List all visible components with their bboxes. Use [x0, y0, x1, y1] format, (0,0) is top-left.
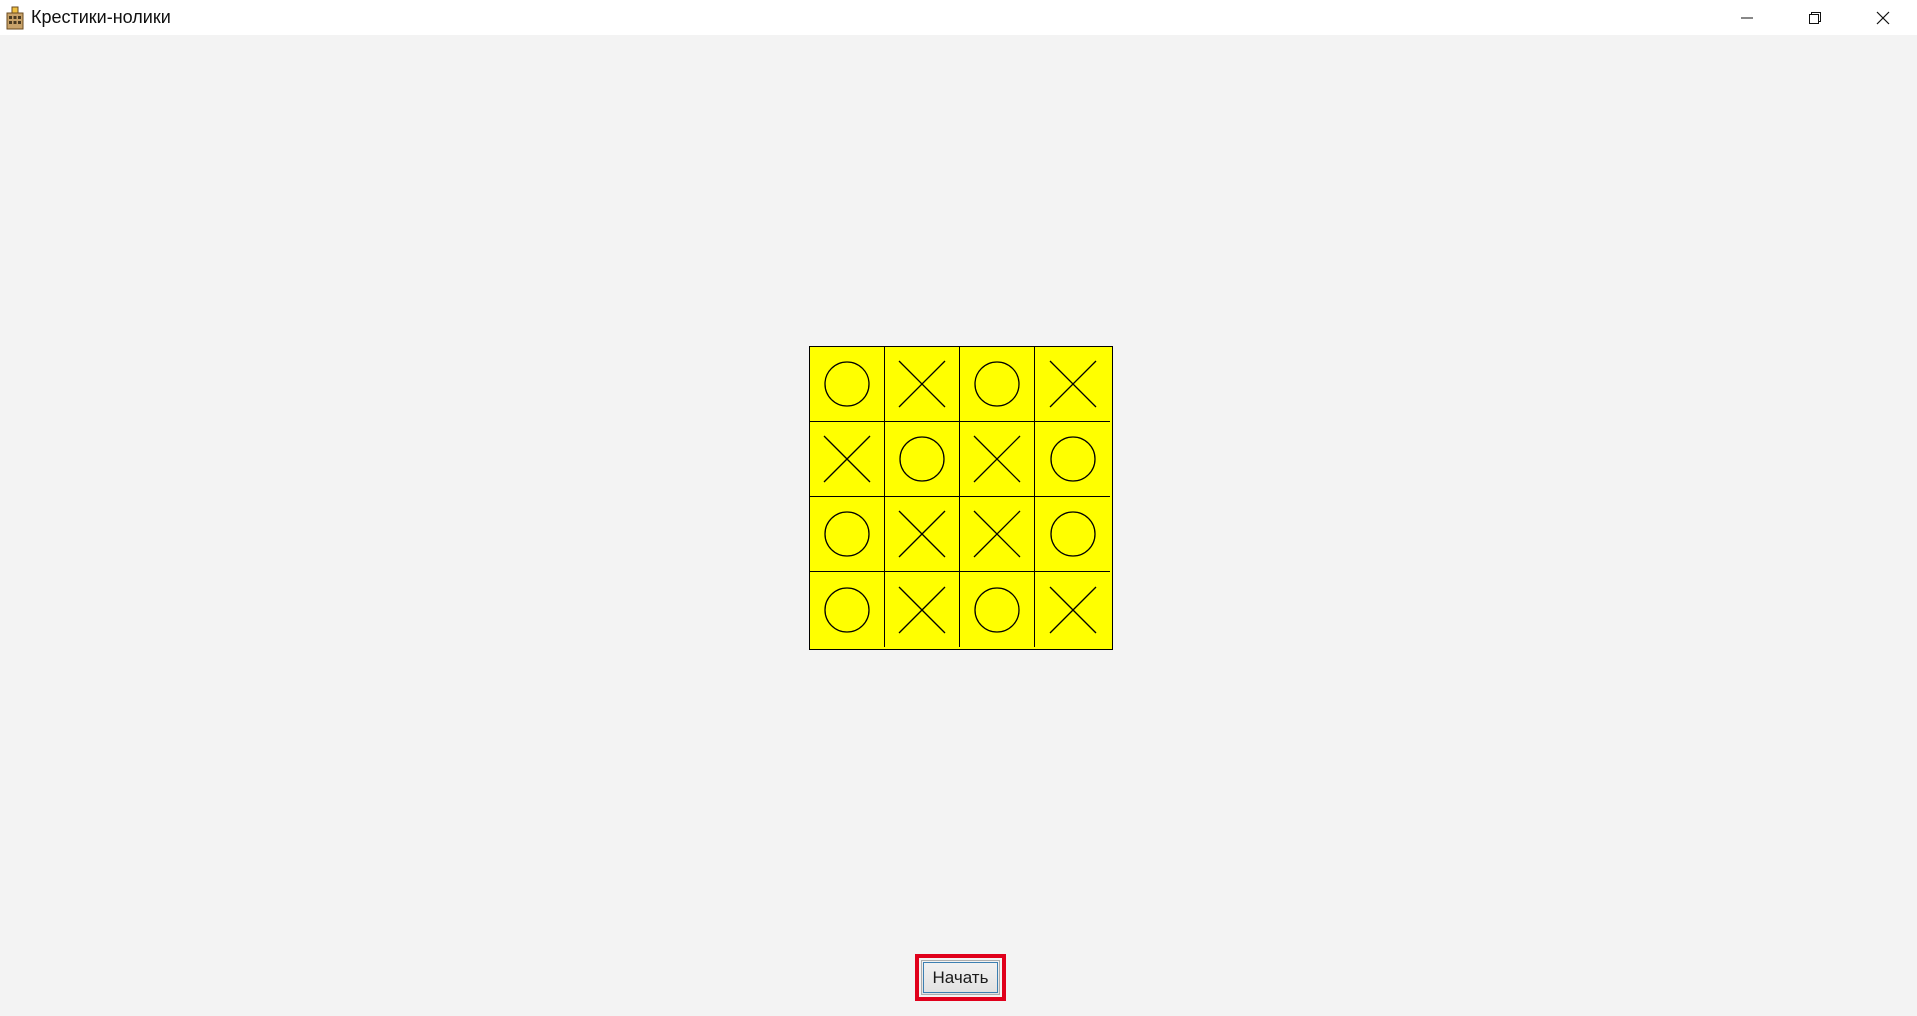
x-mark-icon	[898, 586, 946, 633]
title-bar: Крестики-нолики	[0, 0, 1917, 35]
start-button-highlight: Начать	[915, 954, 1006, 1001]
board-cell[interactable]	[960, 497, 1035, 572]
board-cell[interactable]	[885, 347, 960, 422]
x-mark-icon	[973, 435, 1021, 483]
x-mark-icon	[1049, 360, 1096, 408]
start-button[interactable]: Начать	[921, 960, 1000, 995]
o-mark-icon	[974, 361, 1020, 407]
board-cell[interactable]	[810, 497, 885, 572]
board-cell[interactable]	[1035, 347, 1110, 422]
game-window: Крестики-нолики Начать	[0, 0, 1917, 1016]
o-mark-icon	[1049, 511, 1096, 557]
o-mark-icon	[824, 361, 870, 407]
minimize-button[interactable]	[1713, 0, 1781, 35]
x-mark-icon	[823, 435, 871, 483]
board-cell[interactable]	[810, 347, 885, 422]
board-cell[interactable]	[1035, 422, 1110, 497]
board-cell[interactable]	[1035, 572, 1110, 647]
board-cell[interactable]	[885, 497, 960, 572]
board-cell[interactable]	[810, 572, 885, 647]
board-cell[interactable]	[1035, 497, 1110, 572]
o-mark-icon	[899, 436, 945, 482]
x-mark-icon	[898, 360, 946, 408]
board-cell[interactable]	[885, 422, 960, 497]
minimize-icon	[1741, 17, 1753, 18]
x-mark-icon	[898, 510, 946, 558]
board-cell[interactable]	[960, 347, 1035, 422]
window-title: Крестики-нолики	[31, 7, 171, 27]
close-button[interactable]	[1849, 0, 1917, 35]
board-cell[interactable]	[810, 422, 885, 497]
board-cell[interactable]	[885, 572, 960, 647]
o-mark-icon	[974, 586, 1020, 633]
x-mark-icon	[973, 510, 1021, 558]
board-cell[interactable]	[960, 422, 1035, 497]
window-controls	[1713, 0, 1917, 35]
x-mark-icon	[1049, 586, 1096, 633]
close-icon	[1876, 11, 1890, 24]
o-mark-icon	[824, 511, 870, 557]
game-board	[809, 346, 1113, 650]
app-building-icon	[6, 6, 24, 29]
o-mark-icon	[1049, 436, 1096, 482]
restore-button[interactable]	[1781, 0, 1849, 35]
board-cell[interactable]	[960, 572, 1035, 647]
o-mark-icon	[824, 586, 870, 633]
restore-icon	[1809, 11, 1821, 24]
